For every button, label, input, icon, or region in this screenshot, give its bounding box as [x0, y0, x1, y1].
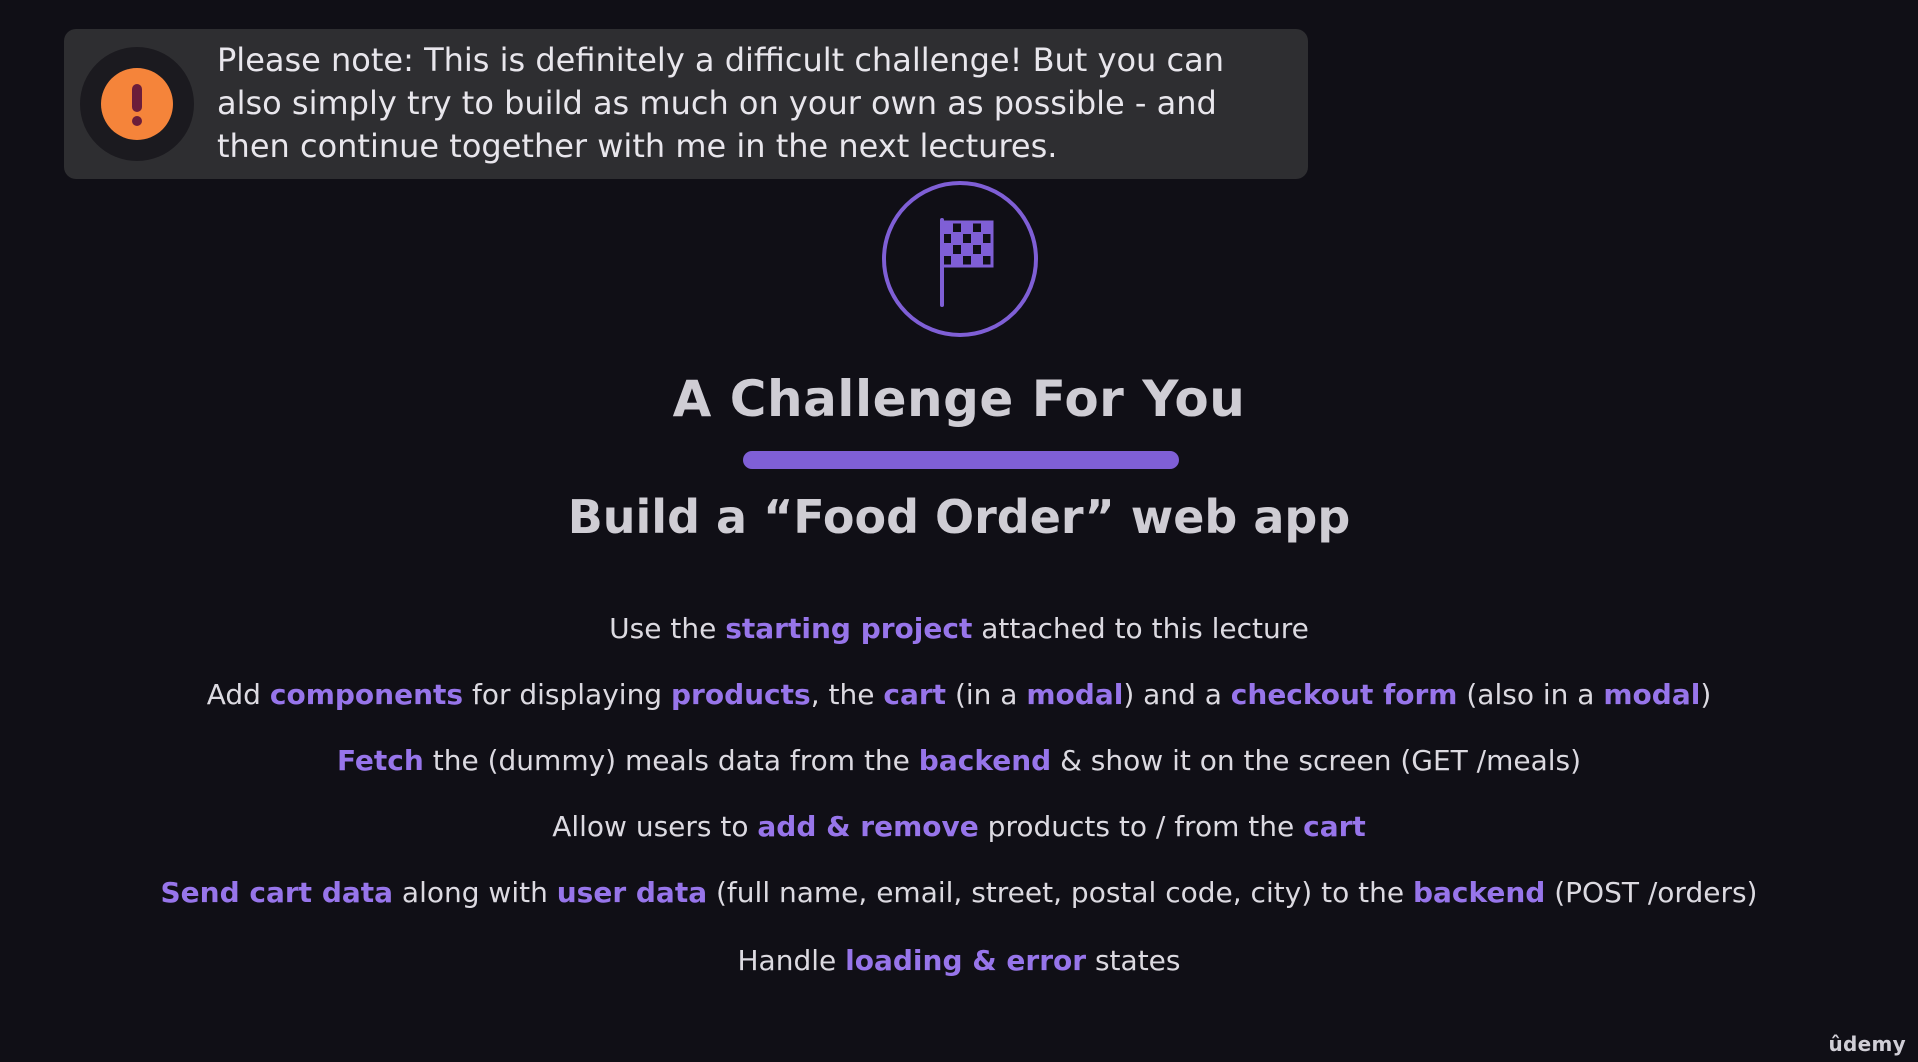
- title-underline: [743, 451, 1179, 469]
- task-highlight: starting project: [725, 612, 973, 645]
- task-text: along with: [393, 876, 557, 909]
- task-highlight: Send cart data: [160, 876, 394, 909]
- task-text: (full name, email, street, postal code, …: [707, 876, 1413, 909]
- task-highlight: modal: [1603, 678, 1701, 711]
- task-text: ) and a: [1123, 678, 1231, 711]
- task-text: ): [1700, 678, 1712, 711]
- notice-line-1: Please note: This is definitely a diffic…: [217, 41, 1224, 79]
- task-line: Handle loading & error states: [0, 944, 1918, 977]
- task-text: Allow users to: [552, 810, 758, 843]
- task-text: Use the: [609, 612, 726, 645]
- task-text: , the: [810, 678, 884, 711]
- task-text: the (dummy) meals data from the: [423, 744, 919, 777]
- task-text: (POST /orders): [1545, 876, 1758, 909]
- task-text: (also in a: [1457, 678, 1604, 711]
- task-highlight: modal: [1026, 678, 1124, 711]
- task-line: Add components for displaying products, …: [0, 678, 1918, 711]
- task-highlight: products: [670, 678, 811, 711]
- notice-text: Please note: This is definitely a diffic…: [217, 39, 1287, 168]
- task-line: Allow users to add & remove products to …: [0, 810, 1918, 843]
- notice-line-3: then continue together with me in the ne…: [217, 127, 1058, 165]
- task-text: for displaying: [463, 678, 671, 711]
- task-highlight: backend: [1412, 876, 1546, 909]
- task-line: Send cart data along with user data (ful…: [0, 876, 1918, 909]
- task-highlight: checkout form: [1230, 678, 1458, 711]
- task-text: attached to this lecture: [972, 612, 1309, 645]
- udemy-logo: ûdemy: [1828, 1032, 1906, 1056]
- task-text: Handle: [737, 944, 846, 977]
- task-highlight: Fetch: [336, 744, 424, 777]
- task-highlight: cart: [1303, 810, 1366, 843]
- slide-title: A Challenge For You: [672, 370, 1246, 428]
- task-highlight: cart: [883, 678, 947, 711]
- task-highlight: user data: [556, 876, 708, 909]
- task-text: products to / from the: [978, 810, 1304, 843]
- checkered-flag-icon: [880, 177, 1040, 341]
- lecture-slide: Please note: This is definitely a diffic…: [0, 0, 1918, 1062]
- task-text: Add: [206, 678, 270, 711]
- task-highlight: add & remove: [757, 810, 979, 843]
- task-text: states: [1086, 944, 1181, 977]
- exclamation-icon: [101, 68, 173, 140]
- task-text: & show it on the screen (GET /meals): [1051, 744, 1582, 777]
- task-text: (in a: [946, 678, 1027, 711]
- notice-banner: Please note: This is definitely a diffic…: [64, 29, 1308, 179]
- task-highlight: backend: [918, 744, 1052, 777]
- task-highlight: loading & error: [845, 944, 1087, 977]
- notice-line-2: also simply try to build as much on your…: [217, 84, 1217, 122]
- task-line: Fetch the (dummy) meals data from the ba…: [0, 744, 1918, 777]
- slide-subtitle: Build a “Food Order” web app: [567, 490, 1351, 544]
- task-line: Use the starting project attached to thi…: [0, 612, 1918, 645]
- notice-icon-container: [80, 47, 194, 161]
- task-highlight: components: [269, 678, 464, 711]
